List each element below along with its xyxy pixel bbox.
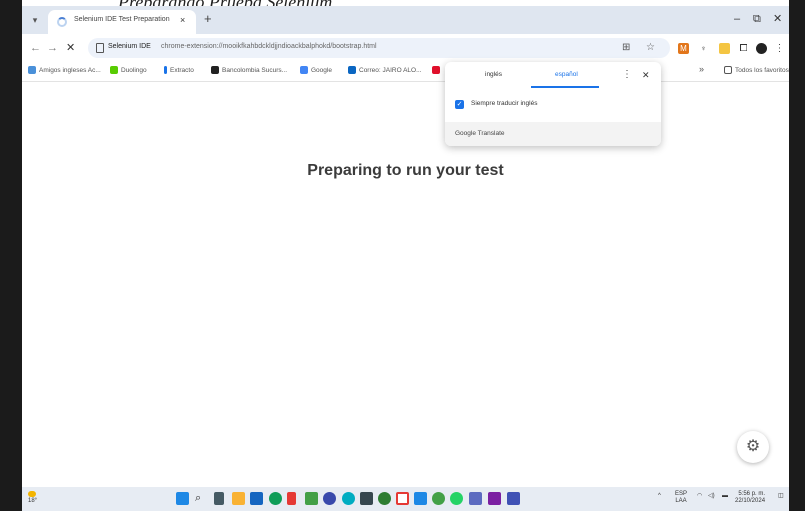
- metamask-extension-icon[interactable]: M: [678, 43, 689, 54]
- bookmark-favicon-icon: [28, 66, 36, 75]
- bookmark-bancolombia[interactable]: Bancolombia Sucurs...: [211, 66, 287, 76]
- loading-spinner-icon: [57, 17, 67, 27]
- wifi-icon[interactable]: ◠: [697, 493, 702, 499]
- file-explorer-icon[interactable]: [232, 492, 245, 505]
- bookmark-star-icon[interactable]: ☆: [646, 42, 655, 54]
- new-tab-button[interactable]: +: [204, 12, 212, 26]
- bancolombia-icon: [211, 66, 219, 75]
- always-translate-checkbox[interactable]: ✓: [455, 100, 464, 109]
- red-bookmark-icon: [432, 66, 440, 75]
- teams-icon[interactable]: [507, 492, 520, 505]
- tab-search-chevron-icon[interactable]: ▾: [28, 13, 42, 27]
- monitor-bezel-left: [0, 0, 22, 511]
- app-blue-icon[interactable]: [323, 492, 336, 505]
- duolingo-icon: [110, 66, 118, 75]
- bookmark-amigos[interactable]: Amigos ingleses Ac...: [28, 66, 101, 76]
- tab-selenium-ide[interactable]: Selenium IDE Test Preparation ×: [48, 10, 196, 34]
- windows-start-icon[interactable]: [176, 492, 189, 505]
- translate-options-icon[interactable]: ⋮: [622, 69, 632, 80]
- search-icon[interactable]: ⌕: [195, 491, 201, 505]
- address-bar[interactable]: Selenium IDE chrome-extension://mooikfka…: [88, 38, 670, 58]
- active-tab-indicator: [531, 86, 599, 88]
- language-indicator[interactable]: ESP LAA: [675, 491, 687, 505]
- app-dark-icon[interactable]: [360, 492, 373, 505]
- all-bookmarks-folder[interactable]: Todos los favoritos: [724, 66, 789, 76]
- app-green-icon[interactable]: [305, 492, 318, 505]
- weather-sun-icon: [28, 491, 36, 497]
- chrome-menu-icon[interactable]: ⋮: [774, 43, 785, 54]
- app-purple-icon[interactable]: [469, 492, 482, 505]
- google-translate-label: Google Translate: [455, 130, 505, 137]
- tab-lang-source[interactable]: inglés: [485, 71, 502, 78]
- notifications-icon[interactable]: ◫: [778, 493, 784, 499]
- extension-icon[interactable]: ♆: [698, 43, 709, 54]
- settings-gear-icon[interactable]: ⚙: [737, 431, 769, 463]
- chrome-icon[interactable]: [432, 492, 445, 505]
- app-green-circle-icon[interactable]: [378, 492, 391, 505]
- folder-icon: [724, 66, 732, 75]
- tab-lang-target[interactable]: español: [555, 71, 578, 78]
- app-red-icon[interactable]: [287, 492, 296, 505]
- page-heading: Preparing to run your test: [307, 162, 504, 179]
- whatsapp-icon[interactable]: [450, 492, 463, 505]
- extension-page-icon: [96, 43, 104, 53]
- bookmarks-more-icon[interactable]: »: [699, 64, 704, 74]
- extensions-puzzle-icon[interactable]: ⧠: [738, 43, 749, 54]
- monitor-bezel-right: [789, 0, 805, 511]
- clock[interactable]: 5:56 p. m. 22/10/2024: [735, 491, 765, 505]
- opera-icon[interactable]: [396, 492, 409, 505]
- extension-yellow-icon[interactable]: [719, 43, 730, 54]
- window-close-icon[interactable]: ✕: [773, 13, 782, 25]
- volume-icon[interactable]: ◁): [708, 493, 715, 499]
- minimize-icon[interactable]: –: [734, 13, 740, 25]
- profile-avatar-icon[interactable]: [756, 43, 767, 54]
- bookmark-extracto[interactable]: Extracto: [164, 66, 194, 76]
- google-icon: [300, 66, 308, 75]
- edge-icon[interactable]: [269, 492, 282, 505]
- screenshot: Preparando Prueba Selenium ▾ Selenium ID…: [0, 0, 805, 511]
- bookmarks-bar: Amigos ingleses Ac... Duolingo Extracto …: [22, 62, 789, 82]
- store-icon[interactable]: [250, 492, 263, 505]
- app-mail-icon[interactable]: [414, 492, 427, 505]
- always-translate-label: Siempre traducir inglés: [471, 100, 538, 107]
- translate-footer: Google Translate: [445, 122, 661, 146]
- app-violet-icon[interactable]: [488, 492, 501, 505]
- battery-icon[interactable]: ▬: [722, 493, 728, 499]
- back-arrow-icon[interactable]: ←: [30, 42, 41, 54]
- address-toolbar: ← → ✕ Selenium IDE chrome-extension://mo…: [22, 34, 789, 62]
- tab-strip: ▾ Selenium IDE Test Preparation × + – ⧉ …: [22, 6, 789, 34]
- bookmark-red[interactable]: [432, 66, 443, 76]
- bookmark-google[interactable]: Google: [300, 66, 332, 76]
- page-content: Preparing to run your test ⚙: [22, 83, 789, 487]
- app-teal-icon[interactable]: [342, 492, 355, 505]
- translate-icon[interactable]: ⊞: [622, 42, 630, 54]
- url-origin: Selenium IDE: [108, 43, 151, 50]
- stop-loading-icon[interactable]: ✕: [66, 42, 75, 54]
- tab-close-icon[interactable]: ×: [180, 15, 185, 25]
- bookmark-duolingo[interactable]: Duolingo: [110, 66, 147, 76]
- extracto-icon: [164, 66, 167, 75]
- bookmark-correo[interactable]: Correo: JAIRO ALO...: [348, 66, 422, 76]
- task-view-icon[interactable]: [214, 492, 224, 505]
- tab-title: Selenium IDE Test Preparation: [74, 16, 170, 23]
- translate-close-icon[interactable]: ✕: [642, 70, 650, 81]
- browser-window: ▾ Selenium IDE Test Preparation × + – ⧉ …: [22, 6, 789, 511]
- windows-taskbar: 18° ⌕ ^ ESP LAA ◠ ◁) ▬ 5:56 p. m. 22/10/…: [22, 487, 789, 511]
- tray-chevron-icon[interactable]: ^: [658, 493, 661, 499]
- correo-icon: [348, 66, 356, 75]
- restore-icon[interactable]: ⧉: [753, 13, 761, 25]
- weather-widget[interactable]: 18°: [28, 491, 37, 505]
- translate-popup: inglés español ⋮ ✕ ✓ Siempre traducir in…: [445, 62, 661, 146]
- forward-arrow-icon[interactable]: →: [47, 42, 58, 54]
- url-path: chrome-extension://mooikfkahbdckldjjndio…: [161, 43, 377, 50]
